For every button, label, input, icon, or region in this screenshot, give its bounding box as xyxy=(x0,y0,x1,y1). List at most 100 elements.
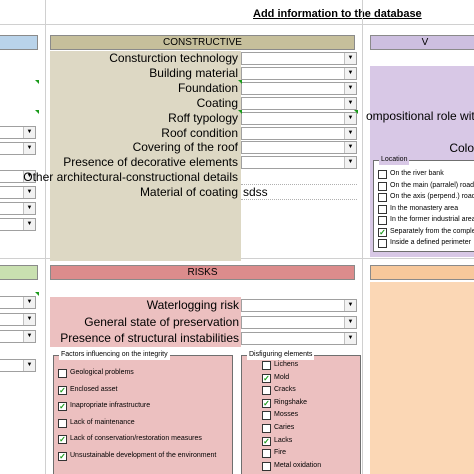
checkbox-item[interactable]: Fire xyxy=(262,448,286,459)
checkbox-item[interactable]: ✓ Enclosed asset xyxy=(58,385,117,396)
checkbox-label: Mold xyxy=(274,374,290,381)
checkbox[interactable] xyxy=(262,410,271,420)
risk-field-label: Presence of structural instabilities xyxy=(60,331,239,345)
risks-header: RISKS xyxy=(50,265,355,280)
risk-field-dropdown[interactable]: ▼ xyxy=(241,316,357,329)
checkbox[interactable] xyxy=(58,368,67,378)
checkbox[interactable] xyxy=(58,418,67,428)
checkbox-checked[interactable]: ✓ xyxy=(58,451,67,461)
checkbox-item[interactable]: Caries xyxy=(262,423,294,434)
orange-section-panel xyxy=(370,282,474,474)
checkbox-label: Fire xyxy=(274,449,287,456)
checkbox[interactable] xyxy=(262,360,271,370)
left-dropdown[interactable]: ▼ xyxy=(0,218,36,231)
checkbox-label: Separately from the complex xyxy=(390,228,474,235)
checkbox-label: In the monastery area xyxy=(390,205,459,212)
checkbox-item[interactable]: Lichens xyxy=(262,360,298,371)
checkbox[interactable] xyxy=(262,448,271,458)
checkbox-item[interactable]: Mosses xyxy=(262,410,298,421)
checkbox-checked[interactable]: ✓ xyxy=(58,385,67,395)
details-input[interactable] xyxy=(241,170,357,185)
checkbox-label: Metal oxidation xyxy=(274,462,322,469)
checkbox-item[interactable]: ✓ Ringshake xyxy=(262,398,307,409)
checkbox[interactable] xyxy=(262,461,271,471)
checkbox[interactable] xyxy=(378,204,387,214)
left-dropdown[interactable]: ▼ xyxy=(0,359,36,372)
checkbox-item[interactable]: ✓ Unsustainable development of the enviro… xyxy=(58,451,216,462)
field-dropdown[interactable]: ▼ xyxy=(241,97,357,110)
field-dropdown[interactable]: ▼ xyxy=(241,141,357,154)
field-dropdown[interactable]: ▼ xyxy=(241,82,357,95)
checkbox-item[interactable]: Inside a defined perimeter xyxy=(378,238,471,249)
risk-field-dropdown[interactable]: ▼ xyxy=(241,299,357,312)
checkbox-label: On the river bank xyxy=(390,170,444,177)
chevron-down-icon: ▼ xyxy=(344,53,356,64)
checkbox-label: Mosses xyxy=(274,411,299,418)
checkbox-item[interactable]: ✓ Lack of conservation/restoration measur… xyxy=(58,434,202,445)
field-dropdown[interactable]: ▼ xyxy=(241,127,357,140)
checkbox-label: Lack of conservation/restoration measure… xyxy=(70,435,202,442)
page-title: Add information to the database xyxy=(253,8,422,20)
comment-marker-icon xyxy=(35,292,39,296)
checkbox[interactable] xyxy=(378,169,387,179)
orange-section-header xyxy=(370,265,474,280)
checkbox-item[interactable]: Metal oxidation xyxy=(262,461,321,472)
checkbox-item[interactable]: Lack of maintenance xyxy=(58,418,135,429)
checkbox-label: On the axis (perpend.) road xyxy=(390,193,474,200)
checkbox-item[interactable]: ✓ Inapropriate infrastructure xyxy=(58,401,150,412)
left-dropdown[interactable]: ▼ xyxy=(0,202,36,215)
chevron-down-icon: ▼ xyxy=(344,98,356,109)
risk-field-label: General state of preservation xyxy=(84,315,239,329)
right-section-header: V xyxy=(370,35,474,50)
checkbox-item[interactable]: ✓ Mold xyxy=(262,373,289,384)
checkbox-item[interactable]: ✓ Lacks xyxy=(262,436,292,447)
location-group: Location On the river bank On the main (p… xyxy=(373,155,474,252)
checkbox-item[interactable]: Cracks xyxy=(262,385,296,396)
field-dropdown[interactable]: ▼ xyxy=(241,52,357,65)
checkbox-item[interactable]: ✓ Separately from the complex xyxy=(378,227,474,238)
checkbox[interactable] xyxy=(378,238,387,248)
chevron-down-icon: ▼ xyxy=(344,157,356,168)
checkbox-label: Ringshake xyxy=(274,399,308,406)
checkbox-label: Caries xyxy=(274,424,295,431)
chevron-down-icon: ▼ xyxy=(344,317,356,328)
chevron-down-icon: ▼ xyxy=(344,333,356,344)
chevron-down-icon: ▼ xyxy=(344,300,356,311)
field-label: Other architectural-constructional detai… xyxy=(23,170,238,184)
checkbox[interactable] xyxy=(262,423,271,433)
chevron-down-icon: ▼ xyxy=(23,219,35,230)
checkbox-checked[interactable]: ✓ xyxy=(262,398,271,408)
checkbox-checked[interactable]: ✓ xyxy=(58,434,67,444)
checkbox[interactable] xyxy=(378,181,387,191)
checkbox-label: Lacks xyxy=(274,437,293,444)
checkbox-item[interactable]: On the river bank xyxy=(378,169,444,180)
checkbox-item[interactable]: On the axis (perpend.) road xyxy=(378,192,474,203)
checkbox-item[interactable]: Geological problems xyxy=(58,368,134,379)
chevron-down-icon: ▼ xyxy=(344,83,356,94)
checkbox-label: Lichens xyxy=(274,361,299,368)
checkbox-checked[interactable]: ✓ xyxy=(262,373,271,383)
checkbox[interactable] xyxy=(378,192,387,202)
risk-field-dropdown[interactable]: ▼ xyxy=(241,332,357,345)
field-label: Roof condition xyxy=(161,126,238,140)
material-of-coating-input[interactable]: sdss xyxy=(241,185,357,200)
checkbox-checked[interactable]: ✓ xyxy=(262,436,271,446)
field-label: Foundation xyxy=(177,81,238,95)
checkbox-item[interactable]: In the former industrial area xyxy=(378,215,474,226)
checkbox[interactable] xyxy=(262,385,271,395)
disfiguring-group: Disfiguring elements Lichens ✓ Mold Cracks ✓… xyxy=(241,350,361,474)
field-dropdown[interactable]: ▼ xyxy=(241,67,357,80)
checkbox-label: Lack of maintenance xyxy=(70,419,135,426)
grid-line xyxy=(362,0,363,474)
color-label: Color xyxy=(449,141,474,155)
checkbox-checked[interactable]: ✓ xyxy=(378,227,387,237)
checkbox-checked[interactable]: ✓ xyxy=(58,401,67,411)
chevron-down-icon: ▼ xyxy=(344,113,356,124)
field-dropdown[interactable]: ▼ xyxy=(241,156,357,169)
checkbox-label: In the former industrial area xyxy=(390,216,474,223)
checkbox-item[interactable]: On the main (parralel) road xyxy=(378,181,474,192)
field-dropdown[interactable]: ▼ xyxy=(241,112,357,125)
checkbox[interactable] xyxy=(378,215,387,225)
checkbox-item[interactable]: In the monastery area xyxy=(378,204,458,215)
factors-group: Factors influencing on the integrity Geo… xyxy=(53,350,233,474)
